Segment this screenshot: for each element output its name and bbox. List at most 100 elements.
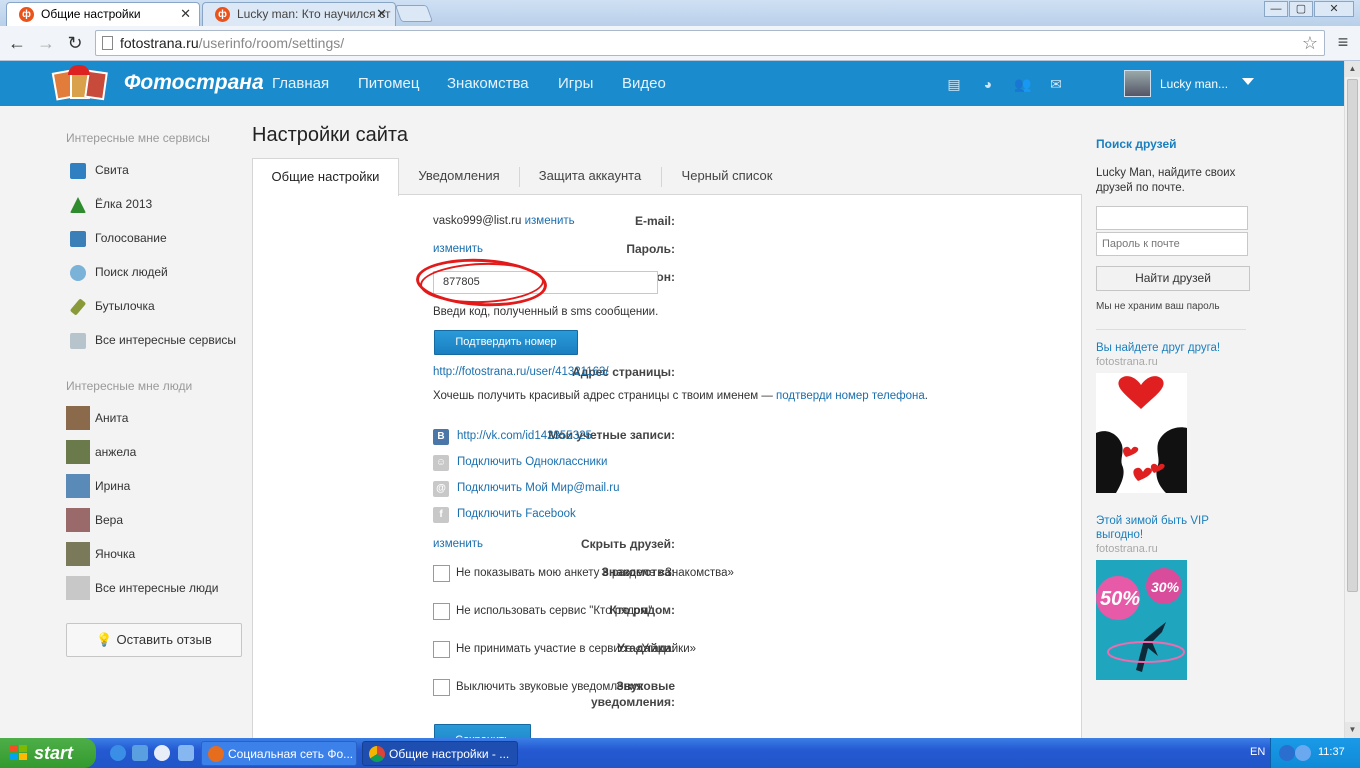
sidebar-person-irina[interactable]: Ирина <box>66 474 246 498</box>
reload-icon[interactable]: ↻ <box>63 31 87 55</box>
sidebar-item-elka[interactable]: Ёлка 2013 <box>66 195 246 215</box>
change-hide-friends-link[interactable]: изменить <box>433 538 483 550</box>
nav-pet[interactable]: Питомец <box>358 75 419 92</box>
hearts-silhouette-image <box>1096 373 1187 493</box>
close-tab-icon[interactable]: ✕ <box>376 3 387 25</box>
user-name[interactable]: Lucky man... <box>1160 77 1228 91</box>
connect-mailru-link[interactable]: Подключить Мой Мир@mail.ru <box>457 482 620 494</box>
sidebar-person-vera[interactable]: Вера <box>66 508 246 532</box>
tray-expand-icon[interactable] <box>1279 745 1295 761</box>
fotostrana-logo[interactable]: Фотострана <box>48 65 264 103</box>
events-icon[interactable]: ◕ <box>980 76 996 92</box>
page-scrollbar[interactable]: ▲ ▼ <box>1344 61 1360 738</box>
close-window-button[interactable]: ✕ <box>1314 1 1354 17</box>
change-password-link[interactable]: изменить <box>433 243 483 255</box>
ad2-title[interactable]: Этой зимой быть VIP выгодно! <box>1096 514 1236 542</box>
sound-checkbox[interactable] <box>433 679 450 696</box>
scroll-up-icon[interactable]: ▲ <box>1345 61 1360 77</box>
sidebar-all-people[interactable]: Все интересные люди <box>66 576 246 600</box>
start-button[interactable]: start <box>0 738 96 768</box>
email-label: E-mail: <box>634 214 675 228</box>
address-hint: Хочешь получить красивый адрес страницы … <box>433 390 928 402</box>
browser-menu-icon[interactable]: ≡ <box>1334 32 1352 52</box>
sidebar-person-anzhela[interactable]: анжела <box>66 440 246 464</box>
forward-arrow-icon[interactable]: → <box>34 31 58 55</box>
vote-icon <box>70 231 86 247</box>
confirm-number-button[interactable]: Подтвердить номер <box>434 330 578 355</box>
sidebar-item-search-people[interactable]: Поиск людей <box>66 263 246 283</box>
taskbar-item-chrome[interactable]: Общие настройки - ... <box>362 741 518 766</box>
feedback-button[interactable]: 💡 Оставить отзыв <box>66 623 242 657</box>
friends-icon[interactable]: 👥 <box>1014 76 1031 92</box>
connect-odnoklassniki-link[interactable]: Подключить Одноклассники <box>457 456 607 468</box>
nearby-checkbox[interactable] <box>433 603 450 620</box>
tab-blacklist[interactable]: Черный список <box>662 158 792 195</box>
feedback-label: Оставить отзыв <box>116 632 212 647</box>
nav-games[interactable]: Игры <box>558 75 593 92</box>
sidebar-person-anita[interactable]: Анита <box>66 406 246 430</box>
dating-checkbox[interactable] <box>433 565 450 582</box>
page-address-link[interactable]: http://fotostrana.ru/user/41321163/ <box>433 366 609 378</box>
sidebar-item-all-services[interactable]: Все интересные сервисы <box>66 331 246 351</box>
tab-notifications[interactable]: Уведомления <box>400 158 518 195</box>
back-arrow-icon[interactable]: ← <box>5 31 29 55</box>
maximize-button[interactable]: ▢ <box>1289 1 1313 17</box>
email-input[interactable] <box>1096 206 1248 230</box>
tab-general-settings[interactable]: Общие настройки <box>252 158 399 196</box>
chevron-down-icon[interactable] <box>1242 78 1254 85</box>
ad2-image[interactable]: 50% 30% <box>1096 560 1187 680</box>
internet-explorer-icon[interactable] <box>110 745 126 761</box>
network-icon[interactable] <box>1295 745 1311 761</box>
change-email-link[interactable]: изменить <box>525 215 575 227</box>
search-people-icon <box>70 265 86 281</box>
ad1-image[interactable] <box>1096 373 1187 493</box>
task-label: Социальная сеть Фо... <box>228 747 354 761</box>
bookmark-star-icon[interactable]: ☆ <box>1302 31 1318 55</box>
nav-home[interactable]: Главная <box>272 75 329 92</box>
confirm-phone-link[interactable]: подтверди номер телефона <box>776 390 925 402</box>
tab-account-security[interactable]: Защита аккаунта <box>520 158 660 195</box>
find-friends-title[interactable]: Поиск друзей <box>1096 137 1177 151</box>
guess-checkbox[interactable] <box>433 641 450 658</box>
sidebar-item-bottle[interactable]: Бутылочка <box>66 297 246 317</box>
scroll-thumb[interactable] <box>1347 79 1358 592</box>
logo-text: Фотострана <box>124 71 264 94</box>
sidebar-person-yanochka[interactable]: Яночка <box>66 542 246 566</box>
sidebar-item-svita[interactable]: Свита <box>66 161 246 181</box>
nav-dating[interactable]: Знакомства <box>447 75 529 92</box>
messages-icon[interactable]: ✉ <box>1048 76 1064 92</box>
desktop-icon[interactable] <box>178 745 194 761</box>
address-bar[interactable]: fotostrana.ru/userinfo/room/settings/ ☆ <box>95 30 1325 56</box>
sidebar-item-voting[interactable]: Голосование <box>66 229 246 249</box>
find-friends-button[interactable]: Найти друзей <box>1096 266 1250 291</box>
new-tab-button[interactable] <box>394 5 434 22</box>
connect-facebook-link[interactable]: Подключить Facebook <box>457 508 576 520</box>
vk-account-link[interactable]: http://vk.com/id142355325 <box>457 430 592 442</box>
media-player-icon[interactable] <box>154 745 170 761</box>
ad1-title[interactable]: Вы найдете друг друга! <box>1096 341 1236 355</box>
mail-password-input[interactable]: Пароль к почте <box>1096 232 1248 256</box>
mailru-icon: @ <box>433 481 449 497</box>
nav-video[interactable]: Видео <box>622 75 666 92</box>
person-name: Все интересные люди <box>95 581 219 595</box>
ad2-source: fotostrana.ru <box>1096 543 1158 555</box>
browser-toolbar: ← → ↻ fotostrana.ru/userinfo/room/settin… <box>0 26 1360 61</box>
browser-tab-settings[interactable]: ф Общие настройки ✕ <box>6 2 200 26</box>
taskbar-item-firefox[interactable]: Социальная сеть Фо... <box>201 741 357 766</box>
minimize-button[interactable]: — <box>1264 1 1288 17</box>
scroll-down-icon[interactable]: ▼ <box>1345 722 1360 738</box>
language-indicator[interactable]: EN <box>1250 746 1265 758</box>
save-button[interactable]: Сохранить <box>434 724 531 738</box>
user-avatar[interactable] <box>1124 70 1151 97</box>
sidebar-item-label: Ёлка 2013 <box>95 197 153 211</box>
chrome-quicklaunch-icon[interactable] <box>132 745 148 761</box>
news-feed-icon[interactable]: ▤ <box>946 76 962 92</box>
services-section-title: Интересные мне сервисы <box>66 131 210 145</box>
clock: 11:37 <box>1318 746 1345 758</box>
fotostrana-favicon-icon: ф <box>19 7 34 22</box>
browser-tab-lucky-man[interactable]: ф Lucky man: Кто научился ст ✕ <box>202 2 396 26</box>
odnoklassniki-icon: ☺ <box>433 455 449 471</box>
close-tab-icon[interactable]: ✕ <box>180 3 191 25</box>
url-host: fotostrana.ru <box>120 35 199 51</box>
browser-tab-bar: ф Общие настройки ✕ ф Lucky man: Кто нау… <box>0 0 1360 26</box>
